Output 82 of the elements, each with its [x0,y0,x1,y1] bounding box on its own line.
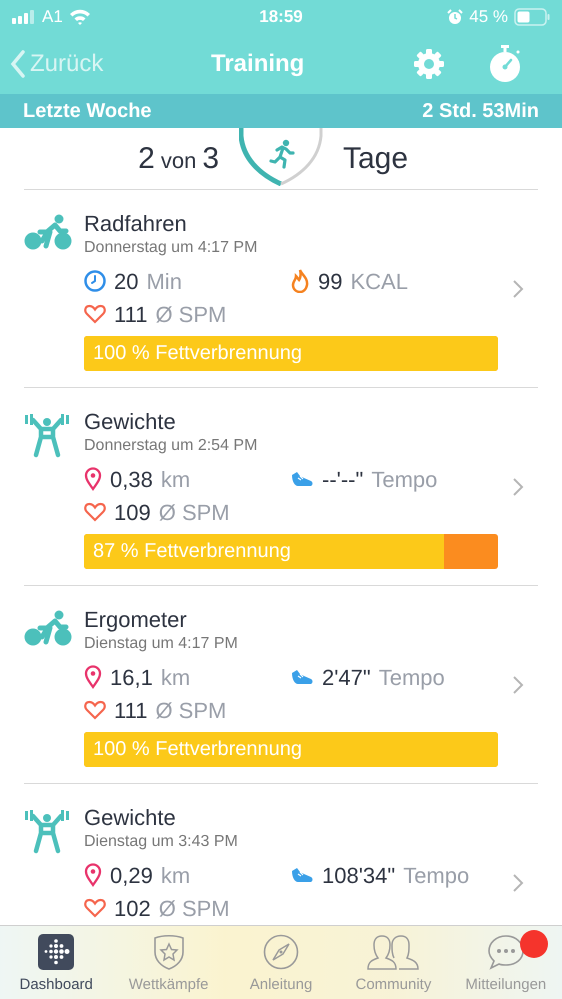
tab-bar-item[interactable]: Community [337,926,450,999]
heart-icon [84,898,106,918]
heart-rate-value: 111 [114,300,148,328]
heart-rate-value: 109 [114,498,151,526]
flame-icon [290,269,310,293]
cyclist-icon [24,610,72,646]
metric-unit: Tempo [378,664,445,692]
clock-time: 18:59 [259,7,303,26]
fat-burn-label: 87 % Fettverbrennung [92,540,291,562]
back-button[interactable]: Zurück [10,46,104,82]
metric-unit: Tempo [403,862,470,890]
workout-time: Donnerstag um 4:17 PM [84,238,258,258]
heart-rate-value: 102 [114,894,151,922]
settings-icon[interactable] [412,47,446,81]
shoe-icon [290,469,314,489]
heart-icon [84,502,106,522]
chevron-right-icon[interactable] [512,476,524,496]
tab-bar-item[interactable]: Anleitung [224,926,338,999]
workout-name: Ergometer [84,606,188,634]
heart-rate-unit: Ø SPM [155,300,226,328]
chevron-right-icon[interactable] [512,674,524,694]
alarm-icon [447,9,464,25]
metric-value: 0,29 [110,862,153,890]
metric-unit: km [160,862,190,890]
total-duration: 2 Std. 53Min [422,99,539,124]
weightlifter-icon [24,412,70,458]
workout-name: Gewichte [84,804,177,832]
heart-rate-unit: Ø SPM [158,894,230,922]
metric-value: 16,1 [110,664,153,692]
battery-percentage: 45 % [469,6,508,28]
battery-icon [514,8,550,26]
chevron-right-icon[interactable] [512,872,524,892]
metric-value: 99 [318,268,342,296]
metric-unit: km [160,466,190,494]
heart-icon [84,700,106,720]
metric-unit: km [160,664,190,692]
wifi-icon [68,9,91,25]
of-label: von [160,147,196,175]
days-unit: Tage [343,142,408,175]
weightlifter-icon [24,808,70,854]
workout-time: Dienstag um 4:17 PM [84,634,239,654]
heart-rate-unit: Ø SPM [158,498,230,526]
shoe-icon [290,667,314,687]
location-pin-icon [84,665,102,689]
tab-bar-item[interactable]: Mitteilungen [450,926,562,999]
chat-bubble-icon [486,934,525,970]
workout-time: Dienstag um 3:43 PM [84,832,239,852]
fat-burn-label: 100 % Fettverbrennung [92,342,302,364]
cyclist-icon [24,214,72,250]
days-goal: 3 [202,141,219,177]
shoe-icon [290,865,314,885]
signal-icon [12,10,36,24]
stopwatch-icon[interactable] [488,45,522,83]
metric-unit: Tempo [371,466,438,494]
location-pin-icon [84,467,102,491]
metric-value: 108'34" [322,862,396,890]
location-pin-icon [84,863,102,887]
tab-bar-item[interactable]: Dashboard [0,926,112,999]
metric-unit: Min [146,268,182,296]
metric-value: 2'47" [322,664,371,692]
people-icon [366,934,420,970]
heart-rate-value: 111 [114,696,148,724]
period-label: Letzte Woche [23,99,152,124]
page-title: Training [211,50,304,77]
back-chevron-icon [10,49,26,79]
metric-value: 0,38 [110,466,153,494]
workout-name: Gewichte [84,408,177,436]
fat-burn-label: 100 % Fettverbrennung [92,738,302,760]
compass-icon [263,934,300,970]
metric-value: 20 [114,268,138,296]
dots-logo-icon [38,934,74,970]
heart-icon [84,304,106,324]
chevron-right-icon[interactable] [512,278,524,298]
clock-icon [84,270,106,292]
workout-name: Radfahren [84,210,188,238]
tab-bar-item[interactable]: Wettkämpfe [112,926,225,999]
days-done: 2 [138,141,155,177]
heart-rate-unit: Ø SPM [155,696,226,724]
metric-unit: KCAL [350,268,408,296]
metric-value: --'--" [322,466,364,494]
carrier-label: A1 [42,6,63,28]
workout-time: Donnerstag um 2:54 PM [84,436,258,456]
